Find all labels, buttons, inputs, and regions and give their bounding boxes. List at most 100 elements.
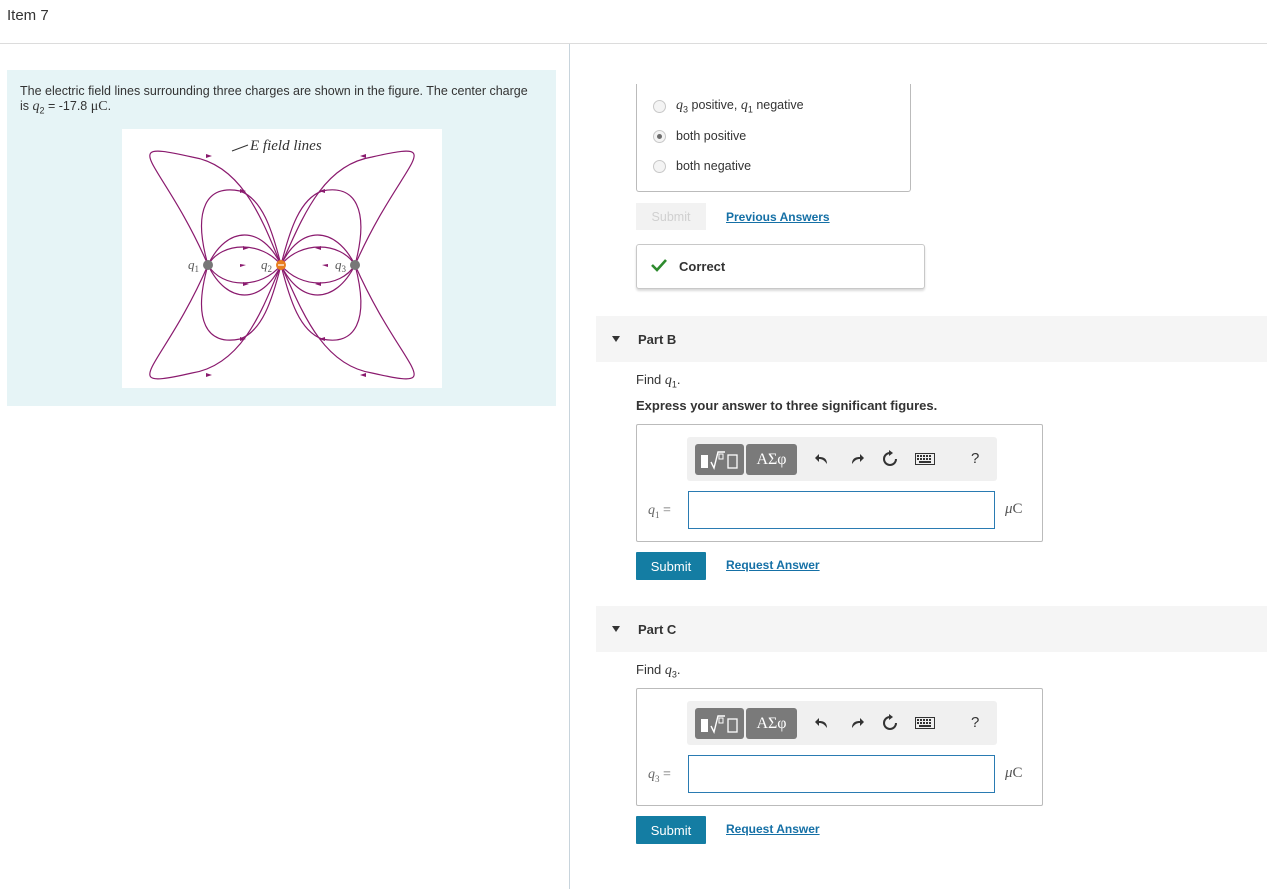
- part-b-prompt: Find q1.: [636, 372, 681, 390]
- q2-var: q: [32, 99, 40, 114]
- label-pointer: [231, 144, 249, 152]
- part-b-submit-button[interactable]: Submit: [636, 552, 706, 580]
- part-a-options: q3 positive, q1 negative both positive b…: [636, 84, 911, 192]
- reset-icon[interactable]: [880, 713, 900, 733]
- field-lines-diagram: E field lines q1 q2 q3: [149, 138, 415, 380]
- templates-icon: [700, 450, 738, 470]
- charge-label-sub: 2: [268, 264, 273, 274]
- math-toolbar: ΑΣφ ?: [687, 437, 997, 481]
- feedback-label: Correct: [679, 259, 726, 274]
- field-line: [149, 150, 282, 266]
- item-title: Item 7: [7, 7, 49, 24]
- part-c-prompt: Find q3.: [636, 662, 681, 680]
- undo-icon[interactable]: [812, 449, 832, 469]
- unit-prefix: μ: [1005, 765, 1013, 781]
- problem-panel: The electric field lines surrounding thr…: [7, 70, 556, 406]
- charge-label-sub: 1: [195, 264, 200, 274]
- undo-icon[interactable]: [812, 713, 832, 733]
- greek-symbols-button[interactable]: ΑΣφ: [746, 708, 797, 739]
- radio-button-selected[interactable]: [653, 129, 666, 143]
- arrowhead: [360, 154, 366, 158]
- field-line: [207, 246, 282, 266]
- part-b-answer-box: ΑΣφ ? q1 = μC: [636, 424, 1043, 542]
- part-b-header[interactable]: Part B: [596, 316, 1267, 362]
- charge-q3: [350, 260, 360, 270]
- previous-answers-link[interactable]: Previous Answers: [726, 210, 830, 224]
- math-toolbar: ΑΣφ ?: [687, 701, 997, 745]
- field-line: [280, 246, 356, 266]
- option-label: q3 positive, q1 negative: [676, 98, 804, 115]
- part-c-request-answer-link[interactable]: Request Answer: [726, 822, 820, 836]
- eq-sign: =: [659, 503, 671, 518]
- part-a-submit-button: Submit: [636, 203, 706, 230]
- q1-answer-input[interactable]: [688, 491, 995, 529]
- checkmark-icon: [651, 259, 667, 272]
- option-both-positive[interactable]: both positive: [653, 128, 746, 144]
- problem-end: .: [107, 99, 112, 113]
- redo-icon[interactable]: [847, 713, 867, 733]
- keyboard-icon[interactable]: [915, 713, 935, 733]
- feedback-correct: Correct: [636, 244, 925, 289]
- arrowhead: [206, 154, 212, 158]
- option-label: both negative: [676, 159, 752, 173]
- q3-equation-label: q3 =: [648, 767, 671, 784]
- templates-button[interactable]: [695, 708, 744, 739]
- unit-prefix: μ: [1005, 501, 1013, 517]
- option-q3-positive-q1-negative[interactable]: q3 positive, q1 negative: [653, 98, 804, 114]
- templates-button[interactable]: [695, 444, 744, 475]
- option-both-negative[interactable]: both negative: [653, 158, 751, 174]
- q2-unit: μC: [90, 99, 108, 114]
- prompt-var: q: [664, 373, 672, 388]
- q2-value: = -17.8: [44, 99, 91, 113]
- arrowhead: [240, 264, 246, 267]
- greek-symbols-button[interactable]: ΑΣφ: [746, 444, 797, 475]
- eq-var: q: [648, 767, 655, 782]
- unit-symbol: C: [1012, 501, 1023, 517]
- radio-button[interactable]: [653, 99, 666, 113]
- column-divider: [569, 44, 570, 889]
- option-text: negative: [752, 97, 804, 112]
- part-c-submit-button[interactable]: Submit: [636, 816, 706, 844]
- part-b-title: Part B: [638, 332, 677, 347]
- q3-answer-input[interactable]: [688, 755, 995, 793]
- charge-label-q1: q1: [188, 257, 199, 274]
- top-divider: [0, 43, 1267, 44]
- field-label-text: E field lines: [249, 138, 322, 154]
- help-button[interactable]: ?: [971, 714, 979, 731]
- option-var: q: [676, 97, 683, 113]
- eq-var: q: [648, 503, 655, 518]
- redo-icon[interactable]: [847, 449, 867, 469]
- keyboard-icon[interactable]: [915, 449, 935, 469]
- radio-button[interactable]: [653, 159, 666, 173]
- q1-unit: μC: [1005, 501, 1023, 518]
- help-button[interactable]: ?: [971, 450, 979, 467]
- option-var: q: [740, 97, 748, 113]
- collapse-triangle-icon[interactable]: [612, 626, 620, 632]
- part-c-header[interactable]: Part C: [596, 606, 1267, 652]
- collapse-triangle-icon[interactable]: [612, 336, 620, 342]
- charge-label-q2: q2: [261, 257, 272, 274]
- prompt-suffix: .: [676, 372, 681, 387]
- part-b-request-answer-link[interactable]: Request Answer: [726, 558, 820, 572]
- part-c-title: Part C: [638, 622, 677, 637]
- part-b-instruction: Express your answer to three significant…: [636, 398, 938, 413]
- charge-label-q3: q3: [335, 257, 347, 274]
- prompt-prefix: Find: [636, 662, 665, 677]
- prompt-suffix: .: [676, 662, 681, 677]
- arrowhead: [360, 373, 366, 377]
- field-label: E field lines: [249, 138, 322, 154]
- field-lines-figure: E field lines q1 q2 q3: [122, 129, 442, 388]
- option-label: both positive: [676, 129, 747, 143]
- charge-q1: [203, 260, 213, 270]
- q3-unit: μC: [1005, 765, 1023, 782]
- eq-sign: =: [659, 767, 671, 782]
- templates-icon: [700, 714, 738, 734]
- field-line: [280, 150, 415, 266]
- prompt-var: q: [664, 663, 672, 678]
- arrowhead: [322, 264, 328, 267]
- arrowhead: [206, 373, 212, 377]
- part-c-answer-box: ΑΣφ ? q3 = μC: [636, 688, 1043, 806]
- q1-equation-label: q1 =: [648, 503, 671, 520]
- reset-icon[interactable]: [880, 449, 900, 469]
- problem-statement: The electric field lines surrounding thr…: [20, 84, 530, 119]
